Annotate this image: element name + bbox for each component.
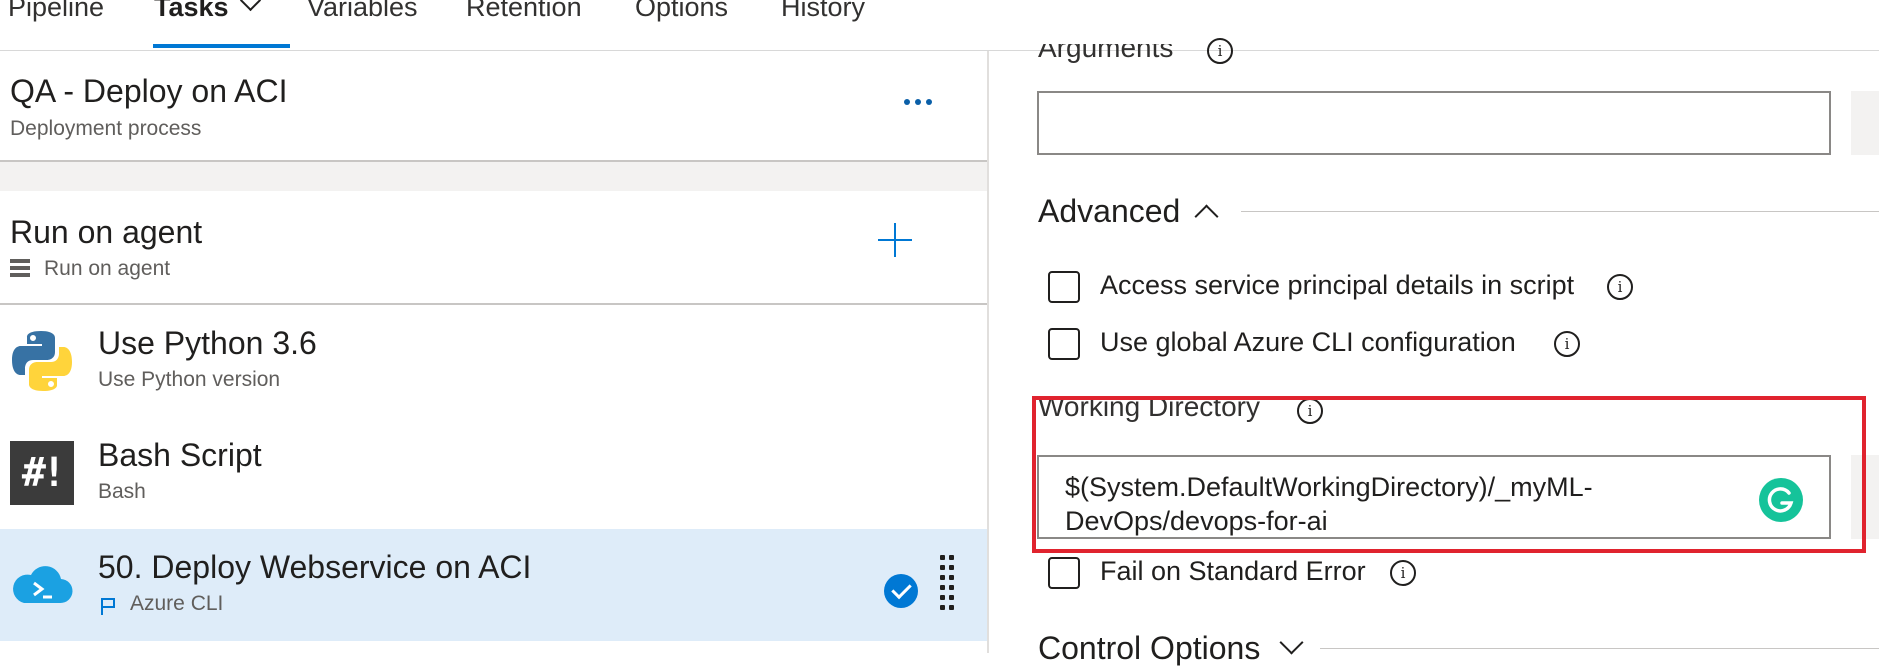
- flag-icon: [100, 597, 116, 615]
- task-title: 50. Deploy Webservice on ACI: [98, 549, 532, 585]
- top-tab-bar: Pipeline Tasks Variables Retention Optio…: [0, 0, 1879, 51]
- arguments-more-button[interactable]: [1851, 91, 1879, 155]
- tab-options[interactable]: Options: [635, 0, 728, 23]
- info-icon[interactable]: i: [1297, 398, 1323, 424]
- azure-cli-icon: [10, 553, 74, 617]
- task-subtitle: Bash: [98, 480, 146, 503]
- task-item-deploy-webservice[interactable]: 50. Deploy Webservice on ACI Azure CLI: [0, 529, 987, 641]
- access-service-principal-label: Access service principal details in scri…: [1100, 270, 1575, 300]
- more-actions-icon[interactable]: [900, 89, 936, 115]
- task-list-panel: QA - Deploy on ACI Deployment process Ru…: [0, 51, 987, 653]
- grammarly-icon[interactable]: [1759, 478, 1803, 522]
- arguments-input[interactable]: [1037, 91, 1831, 155]
- chevron-down-icon: [239, 0, 261, 12]
- working-directory-label: Working Directory: [1038, 391, 1260, 422]
- access-service-principal-checkbox[interactable]: [1048, 271, 1080, 303]
- task-title: Use Python 3.6: [98, 325, 317, 361]
- info-icon[interactable]: i: [1390, 560, 1416, 586]
- info-icon[interactable]: i: [1554, 331, 1580, 357]
- fail-on-stderr-label: Fail on Standard Error: [1100, 556, 1366, 586]
- tab-history[interactable]: History: [781, 0, 865, 23]
- chevron-down-icon[interactable]: [1279, 630, 1304, 655]
- agent-job-subtitle: Run on agent: [44, 257, 171, 280]
- section-spacer: [0, 162, 987, 191]
- chevron-up-icon[interactable]: [1194, 204, 1219, 229]
- section-divider: [1320, 648, 1879, 649]
- global-azure-cli-label: Use global Azure CLI configuration: [1100, 327, 1516, 357]
- fail-on-stderr-checkbox[interactable]: [1048, 557, 1080, 589]
- advanced-section-toggle[interactable]: Advanced: [1038, 193, 1180, 230]
- drag-handle-icon[interactable]: [940, 555, 958, 625]
- task-subtitle: Azure CLI: [130, 592, 224, 615]
- task-item-use-python[interactable]: Use Python 3.6 Use Python version: [0, 305, 987, 417]
- active-tab-indicator: [153, 44, 290, 48]
- process-title[interactable]: QA - Deploy on ACI: [10, 73, 287, 110]
- task-item-bash-script[interactable]: #! Bash Script Bash: [0, 417, 987, 529]
- checkmark-icon: [884, 574, 918, 608]
- control-options-toggle[interactable]: Control Options: [1038, 630, 1260, 667]
- tab-pipeline[interactable]: Pipeline: [8, 0, 104, 23]
- section-divider: [1241, 211, 1879, 212]
- info-icon[interactable]: i: [1207, 38, 1233, 64]
- tab-tasks[interactable]: Tasks: [154, 0, 261, 23]
- add-task-icon[interactable]: [878, 223, 912, 257]
- global-azure-cli-checkbox[interactable]: [1048, 328, 1080, 360]
- server-icon: [10, 259, 30, 279]
- tab-retention[interactable]: Retention: [466, 0, 582, 23]
- tab-variables[interactable]: Variables: [307, 0, 418, 23]
- working-directory-value: $(System.DefaultWorkingDirectory)/_myML-…: [1065, 472, 1593, 536]
- bash-icon: #!: [10, 441, 74, 505]
- working-directory-more-button[interactable]: [1851, 455, 1879, 539]
- info-icon[interactable]: i: [1607, 274, 1633, 300]
- python-icon: [10, 329, 74, 393]
- task-title: Bash Script: [98, 437, 262, 473]
- process-subtitle: Deployment process: [10, 117, 202, 140]
- panel-divider: [987, 51, 989, 653]
- tab-tasks-label: Tasks: [154, 0, 229, 22]
- task-subtitle: Use Python version: [98, 368, 281, 391]
- bash-icon-glyph: #!: [10, 441, 74, 505]
- agent-job-title[interactable]: Run on agent: [10, 214, 202, 251]
